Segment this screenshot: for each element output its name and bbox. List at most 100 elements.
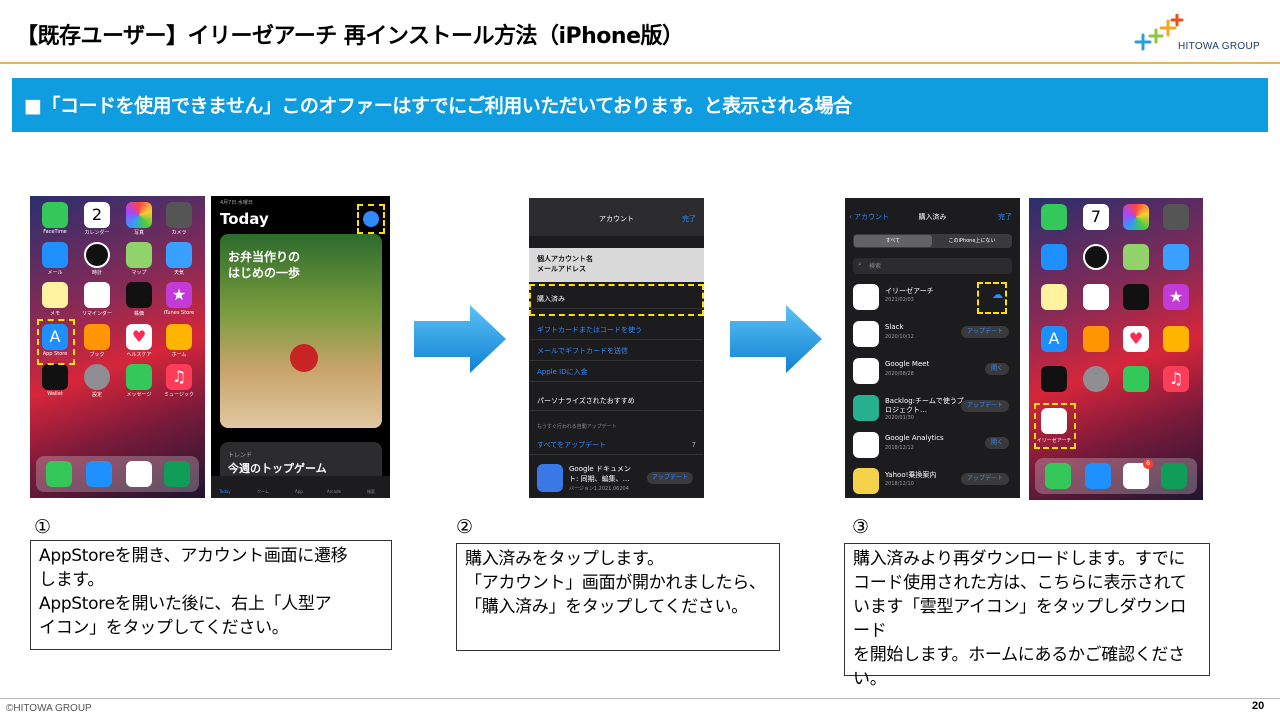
app-label: iTunes Store: [163, 310, 195, 316]
update-all-row[interactable]: すべてをアップデート: [529, 435, 703, 455]
update-button[interactable]: アップデート: [960, 326, 1009, 338]
update-button[interactable]: アップデート: [960, 473, 1009, 485]
photos-icon: [126, 202, 152, 228]
description-line: います「雲型アイコン」をタップしダウンロード: [853, 597, 1187, 641]
description-line: 「購入済み」をタップしてください。: [465, 597, 748, 617]
app-name: Yahoo!乗換案内: [885, 471, 937, 479]
today-date: 4月7日 水曜日: [220, 200, 253, 206]
app-label: マップ: [131, 270, 147, 276]
open-button[interactable]: 開く: [984, 437, 1009, 449]
open-button[interactable]: 開く: [984, 363, 1009, 375]
add-funds-row[interactable]: Apple IDに入金: [529, 362, 703, 382]
app-label: 時計: [91, 270, 102, 276]
app-label: Wallet: [47, 391, 63, 397]
itunes-star-icon: ★: [166, 282, 192, 308]
app-date: 2020/08/28: [885, 371, 914, 377]
hangouts-icon: [1161, 463, 1187, 489]
yahoo-transit-icon: [853, 468, 879, 494]
tab-apps[interactable]: App: [295, 489, 303, 494]
step-1-description: AppStoreを開き、アカウント画面に遷移 します。 AppStoreを開いた…: [30, 540, 392, 650]
tomato-image: [290, 344, 318, 372]
dock: 6: [1035, 458, 1197, 494]
description-line: 「アカウント」画面が開かれましたら、: [465, 573, 766, 593]
backlog-icon: [853, 395, 879, 421]
description-line: AppStoreを開いた後に、右上「人型ア: [39, 594, 332, 614]
gmail-badge: 6: [1143, 459, 1153, 469]
google-meet-icon: [853, 358, 879, 384]
done-button[interactable]: 完了: [682, 214, 696, 224]
music-icon: ♫: [1163, 366, 1189, 392]
description-line: い。: [853, 669, 887, 689]
home-app-icon: [1163, 326, 1189, 352]
music-icon: ♫: [166, 364, 192, 390]
description-line: AppStoreを開き、アカウント画面に遷移: [39, 546, 348, 566]
notes-icon: [1041, 284, 1067, 310]
search-input[interactable]: ⌕ 検索: [853, 258, 1012, 274]
tab-search[interactable]: 検索: [367, 489, 375, 495]
app-date: 2020/01/30: [885, 415, 914, 421]
step-number-2: ②: [456, 516, 474, 538]
logo-text: HITOWA GROUP: [1178, 41, 1260, 52]
account-name: 個人アカウント名: [537, 255, 593, 263]
google-docs-icon: [537, 464, 563, 492]
update-button[interactable]: アップデート: [960, 400, 1009, 412]
tab-arcade[interactable]: Arcade: [327, 489, 341, 494]
list-item[interactable]: Yahoo!乗換案内 2018/12/10 アップデート: [853, 466, 1013, 498]
app-name: Slack: [885, 323, 904, 331]
books-icon: [84, 324, 110, 350]
app-label: 株価: [133, 311, 144, 317]
app-label: FaceTime: [43, 229, 67, 235]
purchased-title: 購入済み: [918, 213, 947, 221]
messages-icon: [126, 364, 152, 390]
app-date: 2021/02/03: [885, 297, 914, 303]
gdoc-update-button[interactable]: アップデート: [647, 472, 694, 484]
app-name: Backlog:チームで使うプロジェクト…: [885, 397, 964, 414]
list-item[interactable]: Slack 2020/10/12 アップデート: [853, 319, 1013, 353]
hangouts-icon: [164, 461, 190, 487]
clock-icon: [1083, 244, 1109, 270]
list-item[interactable]: Backlog:チームで使うプロジェクト… 2020/01/30 アップデート: [853, 393, 1013, 427]
account-screen: アカウント 完了 個人アカウント名 メールアドレス 購入済み ギフトカードまたは…: [529, 198, 704, 498]
wallet-icon: [42, 364, 68, 390]
today-title: Today: [220, 210, 269, 228]
card-text-2: はじめの一歩: [228, 266, 301, 280]
home-screen-2: 7 ★ A ♥ ♫ イリーゼアーチ 6: [1029, 198, 1203, 500]
app-label: カレンダー: [84, 230, 110, 236]
app-label: リマインダー: [81, 311, 112, 317]
update-count: 7: [691, 441, 696, 449]
description-line: を開始します。ホームにあるかご確認くださ: [853, 645, 1185, 665]
notes-icon: [42, 282, 68, 308]
segment-all[interactable]: すべて: [854, 235, 932, 247]
account-profile[interactable]: 個人アカウント名 メールアドレス: [529, 248, 704, 282]
step-3-description: 購入済みより再ダウンロードします。すでに コード使用された方は、こちらに表示され…: [844, 543, 1210, 689]
page-title: 【既存ユーザー】イリーゼアーチ 再インストール方法（iPhone版）: [16, 24, 684, 49]
settings-gear-icon: [84, 364, 110, 390]
home-screen-1: 2 ★ A ♥ ♫ FaceTime カレンダー 写真 カメラ メール 時計 マ…: [30, 196, 205, 498]
tab-games[interactable]: ゲーム: [257, 489, 269, 495]
stocks-icon: [1123, 284, 1149, 310]
segment-not-on-iphone[interactable]: このiPhone上にない: [933, 235, 1011, 247]
segmented-control: すべて このiPhone上にない: [853, 234, 1012, 248]
featured-card[interactable]: お弁当作りの はじめの一歩: [220, 234, 382, 428]
facetime-icon: [1041, 204, 1067, 230]
list-item[interactable]: Google Analytics 2018/12/12 開く: [853, 430, 1013, 464]
section-banner: ■「コードを使用できません」このオファーはすでにご利用いただいております。と表示…: [12, 78, 1268, 132]
gmail-icon: 6: [1123, 459, 1153, 489]
facetime-icon: [42, 202, 68, 228]
personalized-row[interactable]: パーソナライズされたおすすめ: [529, 391, 703, 411]
trend-label: トレンド: [228, 452, 253, 459]
list-item[interactable]: Google Meet 2020/08/28 開く: [853, 356, 1013, 390]
tab-today[interactable]: Today: [219, 489, 231, 494]
done-button[interactable]: 完了: [998, 212, 1012, 222]
google-analytics-icon: [853, 432, 879, 458]
step-number-1: ①: [34, 516, 52, 538]
clock-icon: [84, 242, 110, 268]
send-gift-row[interactable]: メールでギフトカードを送信: [529, 341, 703, 361]
redeem-gift-row[interactable]: ギフトカードまたはコードを使う: [529, 320, 703, 340]
account-icon-highlight: [357, 204, 385, 234]
search-placeholder: 検索: [869, 263, 882, 270]
app-label: ホーム: [171, 352, 187, 358]
app-label: メモ: [49, 311, 60, 317]
title-divider: [0, 62, 1280, 64]
reminders-icon: [84, 282, 110, 308]
